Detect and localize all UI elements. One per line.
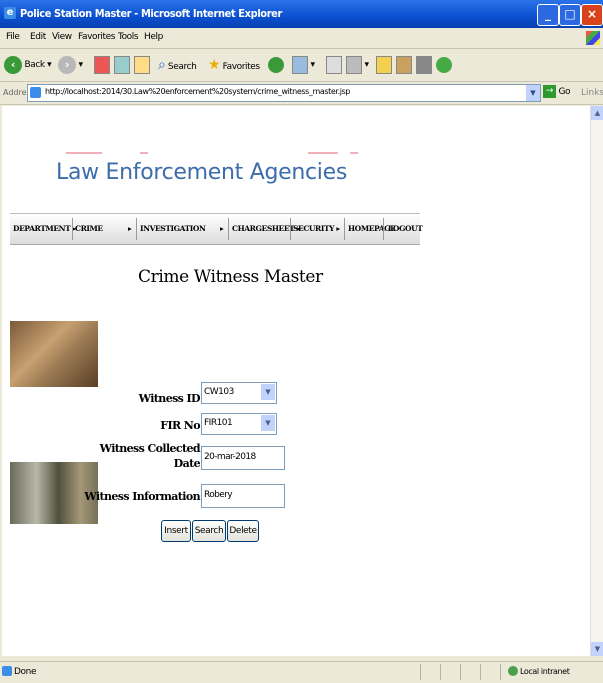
menu-bar: File Edit View Favorites Tools Help <box>0 28 603 49</box>
address-bar: Address http://localhost:2014/30.Law%20e… <box>0 82 603 105</box>
nav-investigation-arrow: ▸ <box>220 224 224 233</box>
banner: Law Enforcement Agencies <box>10 106 480 204</box>
nav-security[interactable]: SECURITY ▸ <box>293 224 340 233</box>
research-button[interactable] <box>396 55 412 75</box>
chevron-down-icon: ▼ <box>261 384 275 400</box>
witness-information-value: Robery <box>204 490 233 500</box>
home-icon <box>134 55 150 74</box>
favorites-star-icon: ★ <box>208 57 221 73</box>
witness-id-select[interactable]: CW103 ▼ <box>201 382 277 404</box>
witness-collected-date-value: 20-mar-2018 <box>204 452 256 462</box>
stop-icon <box>94 55 110 74</box>
security-zone: Local intranet <box>520 667 570 676</box>
scroll-down-icon[interactable]: ▼ <box>591 642 603 656</box>
nav-logout[interactable]: LOGOUT <box>388 224 423 233</box>
go-button[interactable]: → Go <box>543 85 571 98</box>
status-bar: Done Local intranet <box>0 661 603 683</box>
search-button[interactable]: ⌕ Search <box>158 55 197 75</box>
windows-flag-icon <box>586 31 600 45</box>
ie-icon: e <box>4 7 16 19</box>
links-button[interactable]: Links <box>581 88 603 98</box>
address-dropdown-icon[interactable]: ▼ <box>526 85 540 101</box>
address-input[interactable]: http://localhost:2014/30.Law%20enforceme… <box>27 84 541 102</box>
insert-button[interactable]: Insert <box>161 520 191 542</box>
title-bar: e Police Station Master - Microsoft Inte… <box>0 0 603 28</box>
folder-icon <box>376 55 392 74</box>
favorites-label: Favorites <box>222 62 260 72</box>
folder-button[interactable] <box>376 55 392 75</box>
search-icon: ⌕ <box>158 57 166 73</box>
close-button[interactable]: × <box>581 4 603 26</box>
page-content: Law Enforcement Agencies DEPARTMENT ▸ CR… <box>2 106 590 656</box>
forward-button[interactable]: › ▾ <box>58 55 83 75</box>
nav-menu: DEPARTMENT ▸ CRIME ▸ INVESTIGATION ▸ CHA… <box>10 213 423 245</box>
fir-no-select[interactable]: FIR101 ▼ <box>201 413 277 435</box>
toolbar: ‹ Back ▾ › ▾ ⌕ Search ★ Favorites ▾ ▾ <box>0 49 603 82</box>
scroll-up-icon[interactable]: ▲ <box>591 106 603 120</box>
intranet-zone-icon <box>508 666 518 676</box>
back-button[interactable]: ‹ Back ▾ <box>4 55 52 75</box>
menu-file[interactable]: File <box>6 32 20 42</box>
witness-collected-date-label: Witness Collected Date <box>99 442 201 470</box>
tools-button[interactable] <box>416 55 432 75</box>
witness-id-value: CW103 <box>204 387 234 397</box>
print-icon <box>346 55 362 74</box>
page-title: Crime Witness Master <box>138 267 323 287</box>
print-button[interactable]: ▾ <box>346 55 369 75</box>
menu-edit[interactable]: Edit <box>30 32 46 42</box>
tools-icon <box>416 55 432 74</box>
minimize-button[interactable]: _ <box>537 4 559 26</box>
go-label: Go <box>558 87 571 97</box>
fir-no-label: FIR No <box>160 419 200 432</box>
page-done-icon <box>2 666 12 676</box>
menu-tools[interactable]: Tools <box>118 32 139 42</box>
address-url: http://localhost:2014/30.Law%20enforceme… <box>45 87 350 96</box>
witness-collected-date-input[interactable]: 20-mar-2018 <box>201 446 285 470</box>
media-button[interactable] <box>268 55 284 75</box>
nav-department[interactable]: DEPARTMENT ▸ <box>13 224 76 233</box>
delete-button[interactable]: Delete <box>227 520 259 542</box>
research-icon <box>396 55 412 74</box>
page-icon <box>30 87 41 98</box>
refresh-button[interactable] <box>114 55 130 75</box>
stop-button[interactable] <box>94 55 110 75</box>
history-button[interactable]: ▾ <box>292 55 315 75</box>
fir-no-value: FIR101 <box>204 418 233 428</box>
nav-crime[interactable]: CRIME <box>75 224 103 233</box>
back-label: Back <box>24 60 45 70</box>
mail-icon <box>326 55 342 74</box>
banner-decoration <box>350 152 358 154</box>
banner-title: Law Enforcement Agencies <box>56 160 347 185</box>
history-icon <box>292 55 308 74</box>
nav-crime-arrow: ▸ <box>128 224 132 233</box>
menu-help[interactable]: Help <box>144 32 163 42</box>
witness-information-label: Witness Information <box>84 490 200 503</box>
window-title: Police Station Master - Microsoft Intern… <box>20 7 282 20</box>
messenger-button[interactable] <box>436 55 452 75</box>
status-text: Done <box>14 667 37 677</box>
nav-investigation[interactable]: INVESTIGATION <box>140 224 206 233</box>
forward-arrow-icon: › <box>58 55 76 74</box>
banner-decoration <box>66 152 102 154</box>
chevron-down-icon: ▼ <box>261 415 275 431</box>
banner-decoration <box>140 152 148 154</box>
banner-decoration <box>308 152 338 154</box>
back-arrow-icon: ‹ <box>4 55 22 74</box>
police-photo <box>10 321 98 387</box>
vertical-scrollbar[interactable]: ▲ ▼ <box>590 106 603 656</box>
messenger-icon <box>436 56 452 73</box>
witness-id-label: Witness ID <box>138 392 201 405</box>
home-button[interactable] <box>134 55 150 75</box>
menu-view[interactable]: View <box>52 32 72 42</box>
go-arrow-icon: → <box>543 85 556 98</box>
menu-favorites[interactable]: Favorites <box>78 32 115 42</box>
refresh-icon <box>114 55 130 74</box>
maximize-button[interactable]: □ <box>559 4 581 26</box>
search-label: Search <box>167 62 197 72</box>
media-icon <box>268 56 284 73</box>
favorites-button[interactable]: ★ Favorites <box>208 55 260 75</box>
mail-button[interactable] <box>326 55 342 75</box>
search-record-button[interactable]: Search <box>192 520 226 542</box>
witness-information-input[interactable]: Robery <box>201 484 285 508</box>
